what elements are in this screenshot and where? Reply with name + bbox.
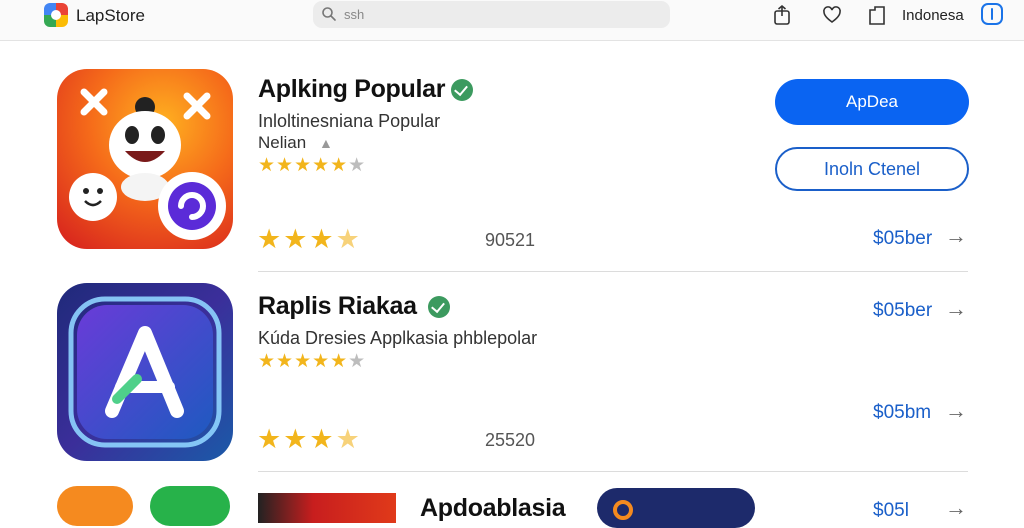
price-3[interactable]: $05l — [873, 500, 909, 522]
details-button[interactable]: Inoln Ctenel — [775, 147, 969, 191]
app-icon-1[interactable] — [57, 69, 233, 249]
search-icon — [322, 7, 336, 21]
store-logo-icon[interactable] — [44, 3, 68, 27]
row-divider — [258, 271, 968, 272]
chevron-right-icon[interactable]: → — [945, 398, 967, 424]
rating-count-1: 90521 — [485, 230, 536, 250]
rating-large-stars-2: ★★★★ — [257, 424, 362, 454]
verified-check-icon — [451, 79, 473, 101]
circle-icon — [613, 500, 633, 520]
heart-icon[interactable] — [821, 4, 843, 26]
app-icon-2[interactable] — [57, 283, 233, 461]
app-subtitle-1: Inloltinesniana Popular — [258, 111, 441, 131]
rating-stars-1: ★★★★★★ — [258, 155, 367, 176]
rating-large-stars-1: ★★★★ — [257, 224, 362, 254]
brand-name[interactable]: LapStore — [76, 6, 145, 26]
app-subtitle-2: Kúda Dresies Applkasia phblepolar — [258, 328, 538, 348]
search-placeholder: ssh — [344, 7, 365, 22]
app-icon-3c[interactable] — [597, 488, 755, 528]
app-publisher-1[interactable]: Nelian ▲ — [258, 133, 333, 153]
top-bar: LapStore ssh Indonesa — [0, 0, 1024, 41]
verified-check-icon — [428, 296, 450, 318]
app-title-3[interactable]: Apdoablasia — [420, 494, 566, 523]
rating-stars-2: ★★★★★★ — [258, 351, 367, 372]
price-2-top[interactable]: $05ber — [873, 300, 932, 322]
info-icon[interactable] — [981, 3, 1003, 25]
price-2-bottom[interactable]: $05bm — [873, 402, 931, 424]
letter-a-app-icon — [68, 296, 222, 448]
developer-icon: ▲ — [318, 135, 333, 151]
chevron-right-icon[interactable]: → — [945, 495, 967, 521]
app-title-1[interactable]: Aplking Popular — [258, 75, 445, 104]
publisher-name: Nelian — [258, 133, 307, 152]
app-title-2[interactable]: Raplis Riakaa — [258, 292, 417, 321]
rating-count-2: 25520 — [485, 430, 536, 450]
search-input[interactable]: ssh — [313, 1, 670, 28]
app-icon-3a[interactable] — [57, 486, 133, 526]
app-banner-3[interactable] — [258, 493, 396, 523]
bookmark-icon[interactable] — [866, 4, 888, 26]
share-icon[interactable] — [771, 4, 793, 26]
chevron-right-icon[interactable]: → — [945, 296, 967, 322]
price-1[interactable]: $05ber — [873, 228, 932, 250]
emoji-characters-icon — [69, 88, 226, 240]
get-button[interactable]: ApDea — [775, 79, 969, 125]
chevron-right-icon[interactable]: → — [945, 223, 967, 249]
row-divider — [258, 471, 968, 472]
region-selector[interactable]: Indonesa — [902, 7, 964, 24]
app-icon-3b[interactable] — [150, 486, 230, 526]
